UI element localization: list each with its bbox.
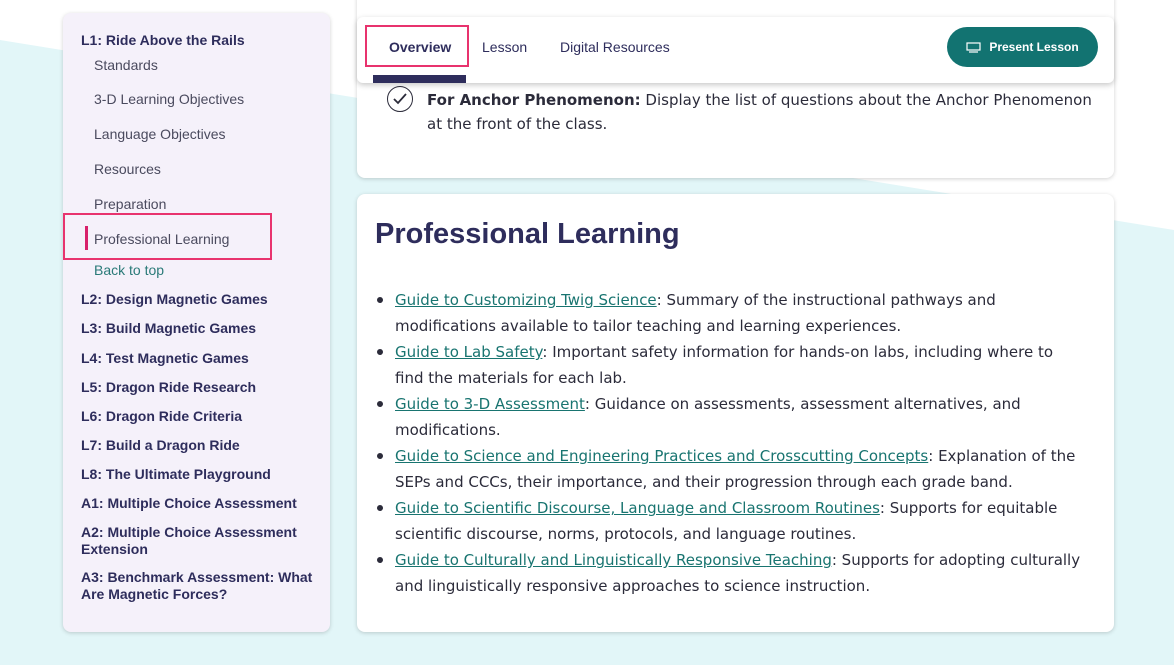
back-to-top-link[interactable]: Back to top <box>94 262 164 278</box>
sidebar-item-a1[interactable]: A1: Multiple Choice Assessment <box>81 495 316 512</box>
list-item: Guide to Culturally and Linguistically R… <box>377 547 1085 599</box>
list-item: Guide to Science and Engineering Practic… <box>377 443 1085 495</box>
sidebar-item-resources[interactable]: Resources <box>94 161 161 177</box>
tab-digital-resources[interactable]: Digital Resources <box>560 39 670 55</box>
tab-overview[interactable]: Overview <box>389 39 451 55</box>
sidebar-item-standards[interactable]: Standards <box>94 57 158 73</box>
professional-learning-list: Guide to Customizing Twig Science: Summa… <box>377 287 1085 599</box>
guide-customizing-link[interactable]: Guide to Customizing Twig Science <box>395 291 657 309</box>
tab-lesson[interactable]: Lesson <box>482 39 527 55</box>
presentation-screen-icon <box>966 41 981 53</box>
sidebar-item-l1[interactable]: L1: Ride Above the Rails <box>81 32 245 48</box>
checkmark-circle-icon <box>387 86 413 112</box>
sidebar-item-a3[interactable]: A3: Benchmark Assessment: What Are Magne… <box>81 569 316 603</box>
lesson-sidebar: L1: Ride Above the Rails Standards 3-D L… <box>63 13 330 632</box>
guide-culturally-responsive-link[interactable]: Guide to Culturally and Linguistically R… <box>395 551 832 569</box>
professional-learning-card: Professional Learning Guide to Customizi… <box>357 194 1114 632</box>
sidebar-item-3d-objectives[interactable]: 3-D Learning Objectives <box>94 91 244 107</box>
list-item: Guide to 3-D Assessment: Guidance on ass… <box>377 391 1085 443</box>
sidebar-item-l4[interactable]: L4: Test Magnetic Games <box>81 350 316 367</box>
sidebar-item-professional-learning[interactable]: Professional Learning <box>94 231 229 247</box>
list-item: Guide to Customizing Twig Science: Summa… <box>377 287 1085 339</box>
sidebar-item-language-objectives[interactable]: Language Objectives <box>94 126 226 142</box>
list-item: Guide to Lab Safety: Important safety in… <box>377 339 1085 391</box>
sidebar-item-a2[interactable]: A2: Multiple Choice Assessment Extension <box>81 524 316 558</box>
present-lesson-button[interactable]: Present Lesson <box>947 27 1098 67</box>
anchor-phenomenon-text: For Anchor Phenomenon: Display the list … <box>427 88 1099 136</box>
section-title: Professional Learning <box>375 218 680 250</box>
sidebar-item-l8[interactable]: L8: The Ultimate Playground <box>81 466 316 483</box>
list-item: Guide to Scientific Discourse, Language … <box>377 495 1085 547</box>
sidebar-item-l3[interactable]: L3: Build Magnetic Games <box>81 320 316 337</box>
guide-sep-ccc-link[interactable]: Guide to Science and Engineering Practic… <box>395 447 928 465</box>
sidebar-item-l5[interactable]: L5: Dragon Ride Research <box>81 379 316 396</box>
active-tab-indicator <box>373 75 466 83</box>
guide-discourse-link[interactable]: Guide to Scientific Discourse, Language … <box>395 499 880 517</box>
anchor-phenomenon-label: For Anchor Phenomenon: <box>427 91 641 109</box>
guide-lab-safety-link[interactable]: Guide to Lab Safety <box>395 343 542 361</box>
sidebar-item-preparation[interactable]: Preparation <box>94 196 166 212</box>
lesson-tab-bar: Overview Lesson Digital Resources Presen… <box>357 17 1114 83</box>
guide-3d-assessment-link[interactable]: Guide to 3-D Assessment <box>395 395 585 413</box>
sidebar-item-l7[interactable]: L7: Build a Dragon Ride <box>81 437 316 454</box>
present-lesson-label: Present Lesson <box>989 40 1079 54</box>
sidebar-item-l6[interactable]: L6: Dragon Ride Criteria <box>81 408 316 425</box>
active-item-bar <box>85 226 88 250</box>
sidebar-item-l2[interactable]: L2: Design Magnetic Games <box>81 291 316 308</box>
